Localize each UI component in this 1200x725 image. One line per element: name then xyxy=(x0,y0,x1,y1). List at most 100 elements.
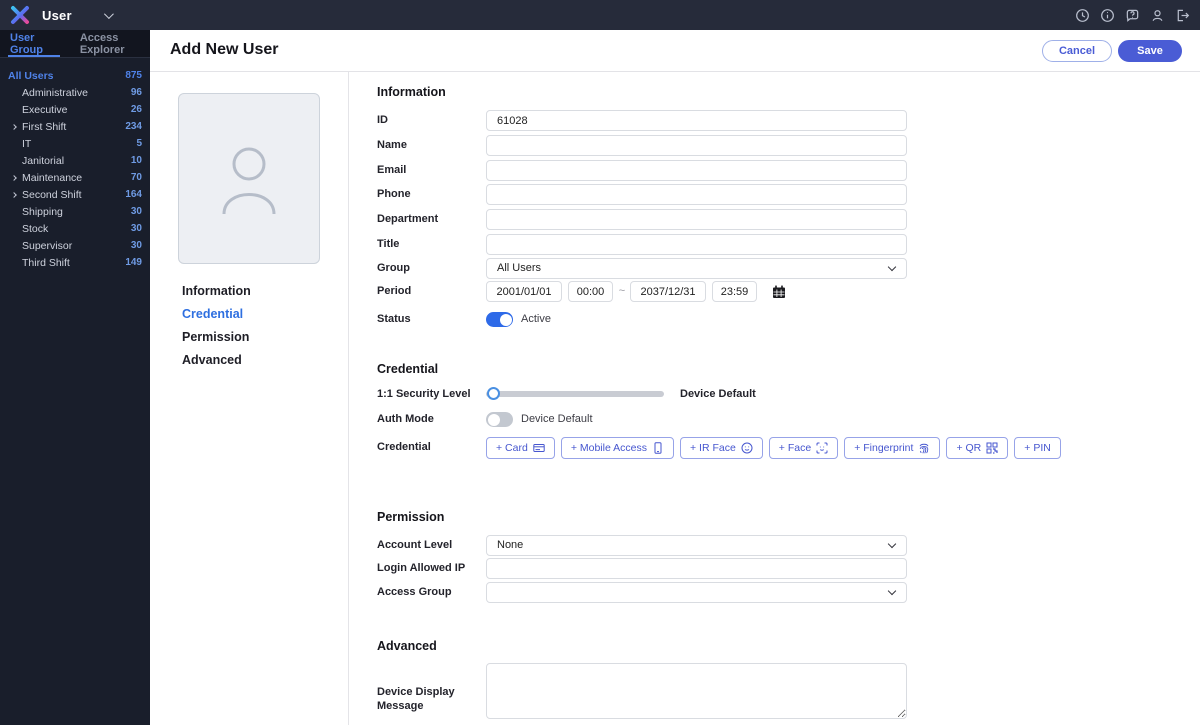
vertical-divider xyxy=(348,72,349,725)
login-allowed-ip-input[interactable] xyxy=(486,558,907,579)
page-title: Add New User xyxy=(170,41,279,58)
status-value: Active xyxy=(521,313,551,325)
add-ir-face-button[interactable]: + IR Face xyxy=(679,437,763,459)
title-label: Title xyxy=(377,238,400,250)
group-maintenance[interactable]: Maintenance 70 xyxy=(0,169,150,186)
group-supervisor[interactable]: Supervisor 30 xyxy=(0,237,150,254)
information-section-title: Information xyxy=(377,85,446,99)
title-input[interactable] xyxy=(486,234,907,255)
user-group-list: All Users 875 Administrative 96 Executiv… xyxy=(0,58,150,271)
section-link-advanced[interactable]: Advanced xyxy=(182,353,242,367)
ir-face-icon xyxy=(741,442,753,454)
access-group-select[interactable] xyxy=(486,582,907,603)
sidebar-tabs: User Group Access Explorer xyxy=(0,30,150,58)
group-count: 96 xyxy=(130,87,142,98)
tab-user-group[interactable]: User Group xyxy=(8,30,60,57)
period-start-date-input[interactable] xyxy=(486,281,562,302)
fingerprint-icon xyxy=(920,443,929,454)
security-level-value: Device Default xyxy=(680,388,756,400)
period-label: Period xyxy=(377,285,412,297)
tab-access-explorer[interactable]: Access Explorer xyxy=(78,30,150,57)
calendar-icon[interactable] xyxy=(772,285,786,299)
section-link-information[interactable]: Information xyxy=(182,284,251,298)
credential-section-title: Credential xyxy=(377,362,439,376)
info-icon[interactable] xyxy=(1100,8,1115,23)
save-button[interactable]: Save xyxy=(1118,40,1182,62)
account-level-select[interactable]: None xyxy=(486,535,907,556)
group-count: 234 xyxy=(125,121,142,132)
mobile-icon xyxy=(654,442,662,454)
card-icon xyxy=(533,444,545,452)
group-second-shift[interactable]: Second Shift 164 xyxy=(0,186,150,203)
add-qr-button[interactable]: + QR xyxy=(946,437,1009,459)
help-icon[interactable] xyxy=(1125,8,1140,23)
group-all-users[interactable]: All Users 875 xyxy=(0,67,150,84)
permission-section-title: Permission xyxy=(377,510,445,524)
expand-chevron-icon[interactable] xyxy=(11,123,17,130)
status-label: Status xyxy=(377,313,411,325)
cancel-button[interactable]: Cancel xyxy=(1042,40,1112,62)
group-third-shift[interactable]: Third Shift 149 xyxy=(0,254,150,271)
qr-icon xyxy=(986,442,998,454)
credential-button-row: + Card + Mobile Access + IR Face + Face … xyxy=(486,437,1061,459)
group-shipping[interactable]: Shipping 30 xyxy=(0,203,150,220)
phone-label: Phone xyxy=(377,188,411,200)
security-level-slider[interactable] xyxy=(486,387,664,400)
add-pin-button[interactable]: + PIN xyxy=(1014,437,1061,459)
email-input[interactable] xyxy=(486,160,907,181)
group-janitorial[interactable]: Janitorial 10 xyxy=(0,152,150,169)
status-toggle[interactable] xyxy=(486,312,513,327)
group-count: 30 xyxy=(130,206,142,217)
topbar-icon-group xyxy=(1073,8,1192,23)
phone-input[interactable] xyxy=(486,184,907,205)
slider-thumb[interactable] xyxy=(487,387,500,400)
group-stock[interactable]: Stock 30 xyxy=(0,220,150,237)
period-end-time-input[interactable] xyxy=(712,281,757,302)
face-scan-icon xyxy=(816,442,828,454)
top-bar: User xyxy=(0,0,1200,30)
group-count: 5 xyxy=(136,138,142,149)
group-first-shift[interactable]: First Shift 234 xyxy=(0,118,150,135)
group-count: 164 xyxy=(125,189,142,200)
period-start-time-input[interactable] xyxy=(568,281,613,302)
user-form: Information ID Name Email Phone Departme… xyxy=(377,72,1061,725)
department-input[interactable] xyxy=(486,209,907,230)
group-executive[interactable]: Executive 26 xyxy=(0,101,150,118)
active-menu-label[interactable]: User xyxy=(42,8,72,23)
add-face-button[interactable]: + Face xyxy=(768,437,839,459)
access-group-label: Access Group xyxy=(377,586,452,598)
section-link-credential[interactable]: Credential xyxy=(182,307,243,321)
auth-mode-toggle[interactable] xyxy=(486,412,513,427)
user-icon[interactable] xyxy=(1150,8,1165,23)
add-mobile-access-button[interactable]: + Mobile Access xyxy=(560,437,674,459)
expand-chevron-icon[interactable] xyxy=(11,174,17,181)
group-it[interactable]: IT 5 xyxy=(0,135,150,152)
device-display-message-label: Device Display Message xyxy=(377,686,455,712)
chevron-down-icon xyxy=(887,262,897,272)
group-administrative[interactable]: Administrative 96 xyxy=(0,84,150,101)
expand-chevron-icon[interactable] xyxy=(11,191,17,198)
menu-chevron-down-icon[interactable] xyxy=(103,8,114,19)
sidebar: User Group Access Explorer All Users 875… xyxy=(0,30,150,725)
add-card-button[interactable]: + Card xyxy=(486,437,555,459)
email-label: Email xyxy=(377,164,407,176)
group-count: 875 xyxy=(125,70,142,81)
clock-icon[interactable] xyxy=(1075,8,1090,23)
section-link-permission[interactable]: Permission xyxy=(182,330,249,344)
id-input[interactable] xyxy=(486,110,907,131)
device-display-message-textarea[interactable] xyxy=(486,663,907,719)
person-avatar-icon xyxy=(222,147,276,214)
credential-buttons-label: Credential xyxy=(377,441,431,453)
security-level-label: 1:1 Security Level xyxy=(377,388,471,400)
logout-icon[interactable] xyxy=(1175,8,1190,23)
period-tilde-separator: ~ xyxy=(618,285,626,297)
group-count: 70 xyxy=(130,172,142,183)
group-select[interactable]: All Users xyxy=(486,258,907,279)
group-label: Group xyxy=(377,262,410,274)
profile-photo-placeholder[interactable] xyxy=(178,93,320,264)
auth-mode-label: Auth Mode xyxy=(377,413,434,425)
period-end-date-input[interactable] xyxy=(630,281,706,302)
add-fingerprint-button[interactable]: + Fingerprint xyxy=(844,437,941,459)
name-input[interactable] xyxy=(486,135,907,156)
login-allowed-ip-label: Login Allowed IP xyxy=(377,562,466,574)
